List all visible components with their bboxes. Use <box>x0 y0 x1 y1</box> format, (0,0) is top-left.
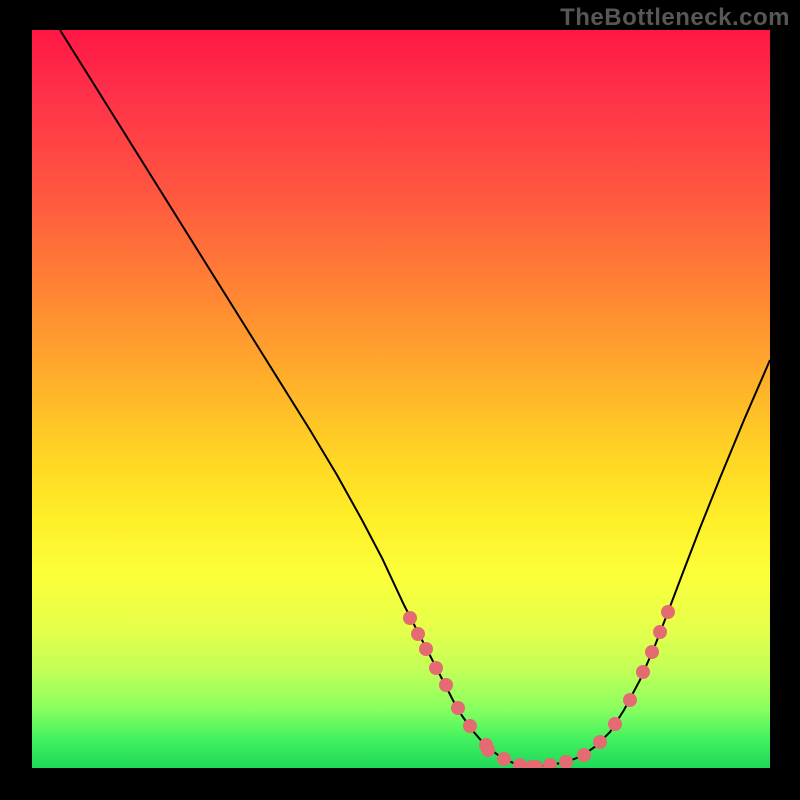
data-marker <box>419 642 433 656</box>
data-marker <box>577 748 591 762</box>
data-marker <box>481 743 495 757</box>
data-marker <box>451 701 465 715</box>
data-marker <box>439 678 453 692</box>
data-marker <box>661 605 675 619</box>
data-marker <box>653 625 667 639</box>
data-marker <box>429 661 443 675</box>
data-marker <box>593 735 607 749</box>
plot-area <box>32 30 770 768</box>
bottleneck-curve <box>60 30 770 767</box>
data-marker <box>463 719 477 733</box>
data-marker <box>411 627 425 641</box>
watermark: TheBottleneck.com <box>560 4 790 32</box>
data-marker <box>497 752 511 766</box>
data-marker <box>636 665 650 679</box>
chart-svg <box>32 30 770 768</box>
chart-frame: TheBottleneck.com <box>0 0 800 800</box>
marker-group <box>403 605 675 768</box>
data-marker <box>608 717 622 731</box>
data-marker <box>645 645 659 659</box>
data-marker <box>543 758 557 768</box>
data-marker <box>403 611 417 625</box>
data-marker <box>559 755 573 768</box>
data-marker <box>623 693 637 707</box>
data-marker <box>513 758 527 768</box>
